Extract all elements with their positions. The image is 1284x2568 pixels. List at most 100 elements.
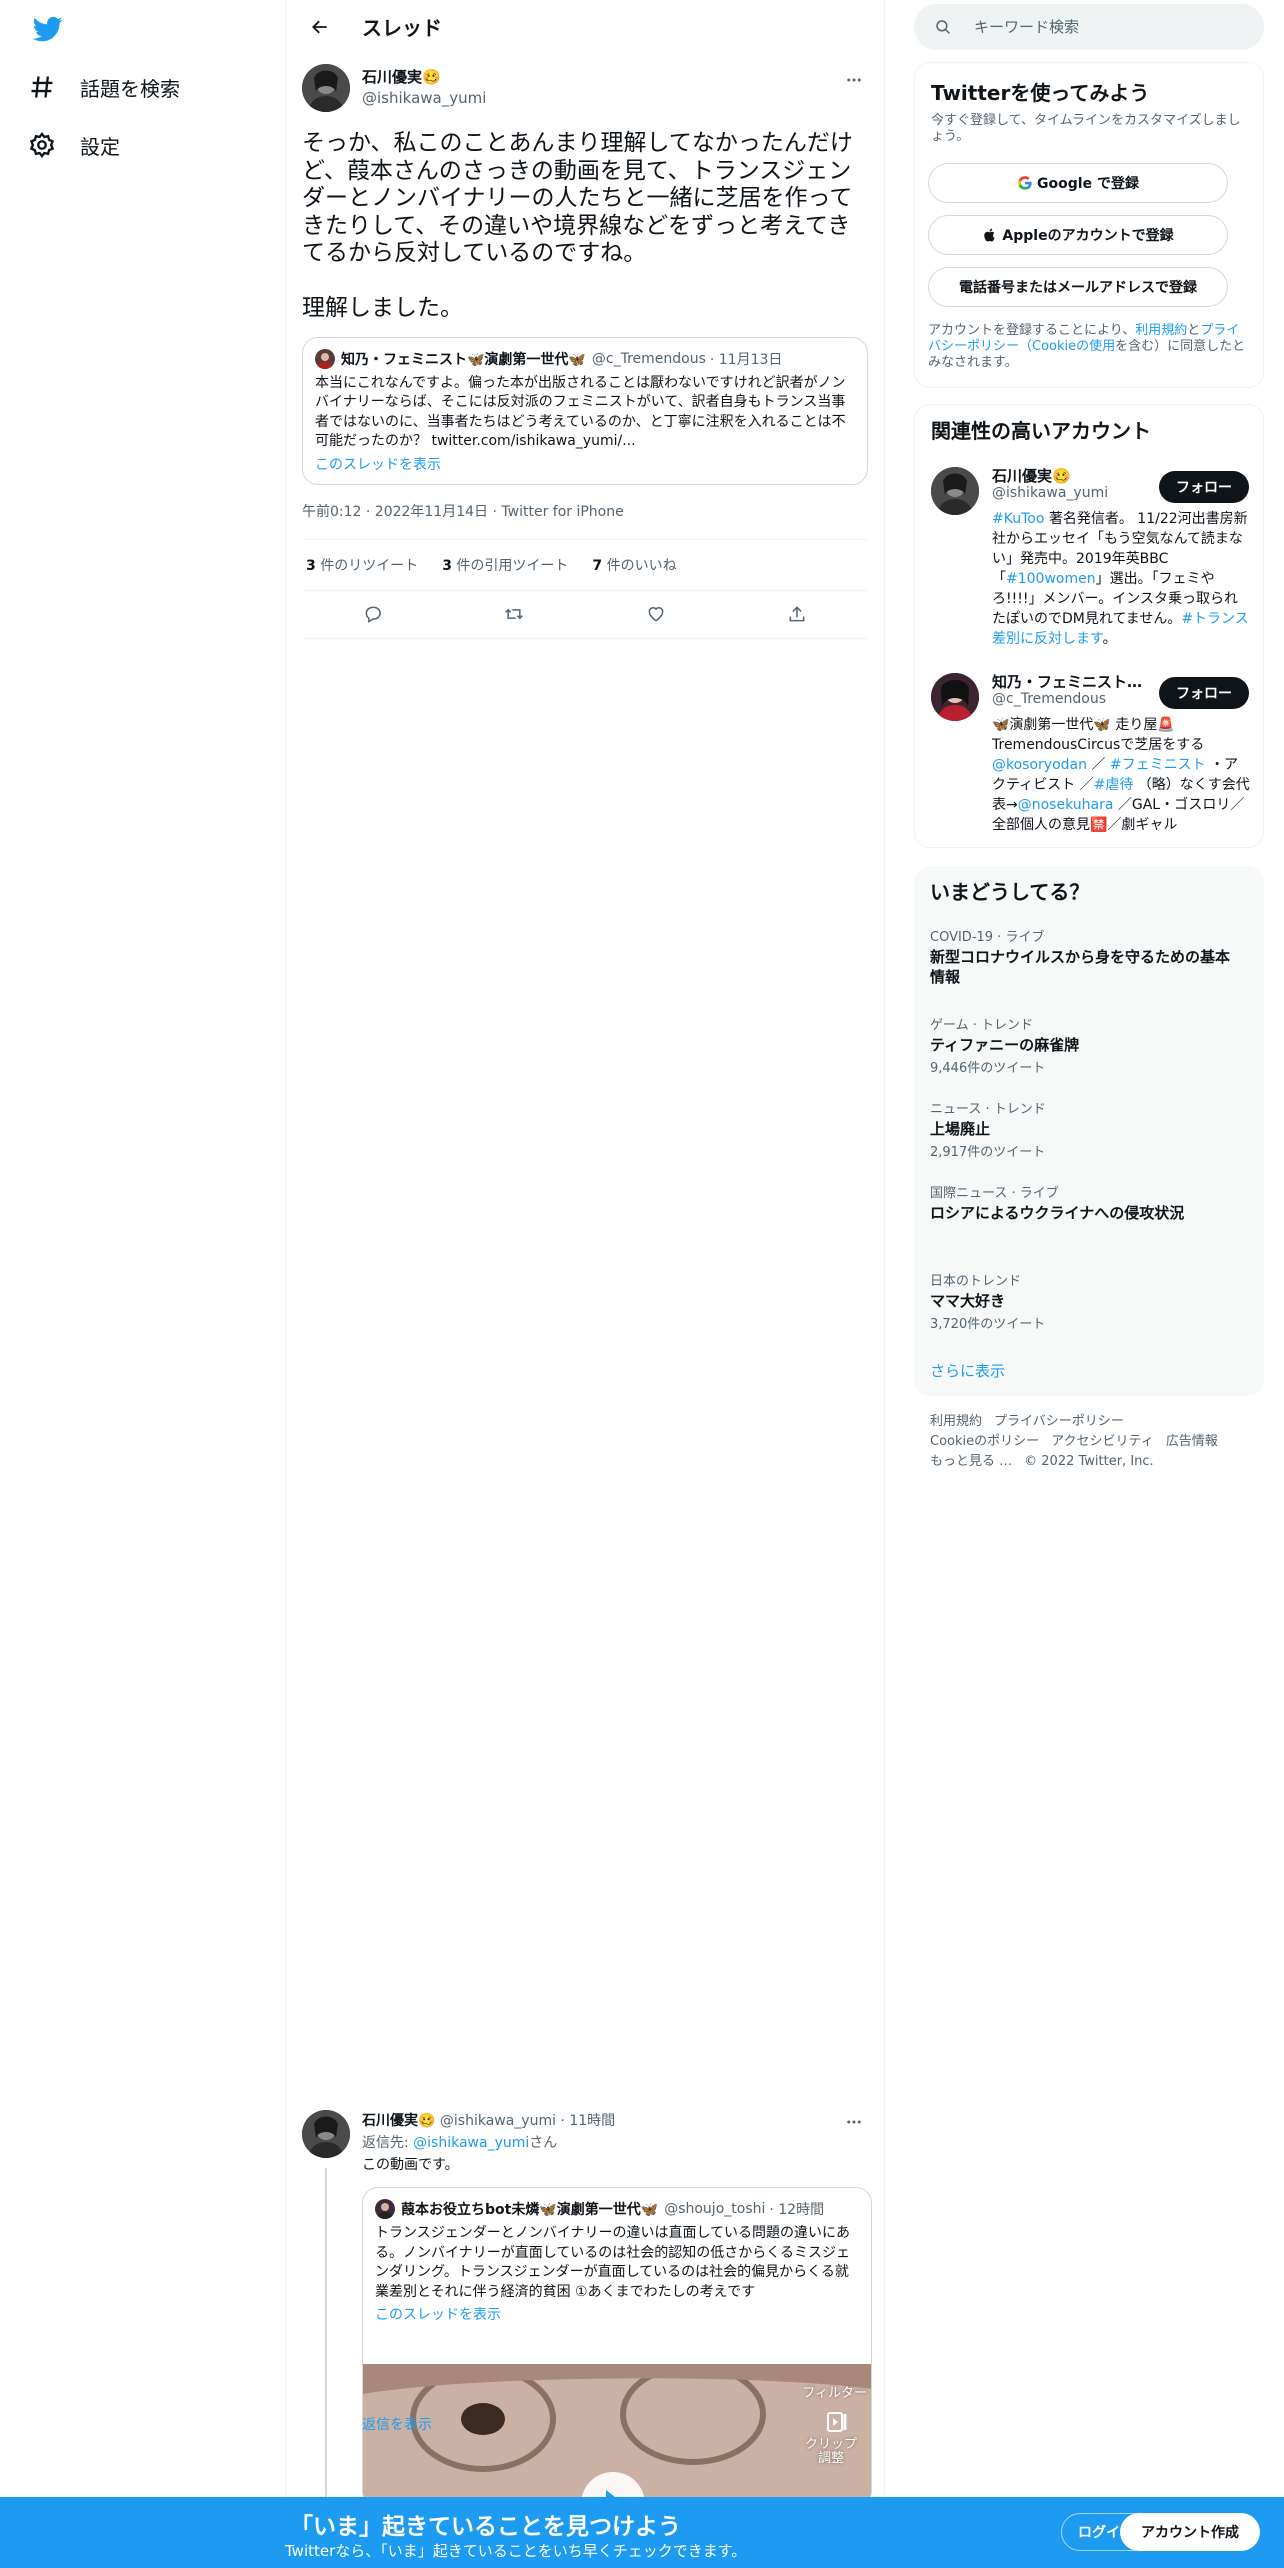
phone-email-signup-button[interactable]: 電話番号またはメールアドレスで登録 <box>928 267 1228 307</box>
hashtag-link[interactable]: #フェミニスト <box>1110 757 1206 773</box>
account-handle[interactable]: @ishikawa_yumi <box>992 485 1108 501</box>
reply-button[interactable] <box>355 596 391 632</box>
more-dots-icon <box>847 78 861 82</box>
follow-button[interactable]: フォロー <box>1159 471 1249 503</box>
hashtag-link[interactable]: #KuToo <box>992 511 1044 527</box>
tweet-timestamp[interactable]: 午前0:12 · 2022年11月14日 · Twitter for iPhon… <box>286 501 884 523</box>
reply-time[interactable]: · 11時間 <box>560 2113 615 2129</box>
reply-author-name[interactable]: 石川優実🥴 <box>362 2113 435 2129</box>
reply-quote-author-handle: @shoujo_toshi <box>664 2201 766 2217</box>
like-button[interactable] <box>638 596 674 632</box>
apple-signup-button[interactable]: Appleのアカウントで登録 <box>928 215 1228 255</box>
hashtag-icon <box>31 76 53 98</box>
follow-button[interactable]: フォロー <box>1159 677 1249 709</box>
more-button[interactable] <box>842 68 866 92</box>
author-name[interactable]: 石川優実🥴 <box>362 66 486 87</box>
copyright: © 2022 Twitter, Inc. <box>1024 1454 1154 1469</box>
trend-title: ロシアによるウクライナへの侵攻状況 <box>930 1204 1185 1222</box>
retweets-label: 件のリツイート <box>320 557 419 574</box>
apple-signup-label: Appleのアカウントで登録 <box>1002 228 1174 244</box>
nav-explore-label: 話題を検索 <box>80 76 180 101</box>
more-button[interactable] <box>842 2110 866 2134</box>
trend-title: ママ大好き <box>930 1292 1006 1310</box>
quote-text: 本当にこれなんですよ。偏った本が出版されることは厭わないですけれど訳者がノンバイ… <box>315 374 846 450</box>
retweet-button[interactable] <box>496 596 532 632</box>
mention-link[interactable]: @kosoryodan <box>992 757 1087 773</box>
reply-quote-text: トランスジェンダーとノンバイナリーの違いは直面している問題の違いにある。ノンバイ… <box>375 2225 851 2300</box>
nav-explore[interactable]: 話題を検索 <box>28 59 180 115</box>
retweets-count: 3 <box>306 557 316 574</box>
retweets-stat[interactable]: 3 件のリツイート <box>306 555 418 575</box>
reply-quote-card[interactable]: 葭本お役立ちbot未燐🦋演劇第一世代🦋 @shoujo_toshi · 12時間… <box>362 2187 872 2507</box>
quote-date: · 11月13日 <box>709 351 783 368</box>
retweet-icon <box>505 608 524 620</box>
trend-title: 上場廃止 <box>930 1120 991 1138</box>
clip-icon[interactable] <box>825 2410 851 2434</box>
share-button[interactable] <box>779 596 815 632</box>
show-thread-link[interactable]: このスレッドを表示 <box>375 2304 501 2324</box>
search-bar[interactable] <box>914 4 1264 50</box>
video-player[interactable]: フィルター クリップ調整 <box>363 2364 871 2506</box>
likes-stat[interactable]: 7 件のいいね <box>592 555 676 575</box>
tweet-text: そっか、私このことあんまり理解してなかったんだけど、葭本さんのさっきの動画を見て… <box>302 130 853 321</box>
quotes-count: 3 <box>442 557 452 574</box>
nav-settings[interactable]: 設定 <box>28 117 120 173</box>
footer-ads-link[interactable]: 広告情報 <box>1166 1434 1218 1449</box>
quote-author-handle: @c_Tremendous <box>591 350 706 367</box>
google-signup-button[interactable]: Google で登録 <box>928 163 1228 203</box>
show-replies-link[interactable]: 返信を表示 <box>362 2414 432 2434</box>
trend-item[interactable]: COVID-19 · ライブ 新型コロナウイルスから身を守るための基本情報 <box>930 926 1230 987</box>
reply-tweet[interactable]: 石川優実🥴 @ishikawa_yumi · 11時間 返信先: @ishika… <box>362 2110 872 2174</box>
terms-link[interactable]: 利用規約 <box>1135 323 1187 338</box>
show-more-link[interactable]: さらに表示 <box>930 1360 1005 1381</box>
trend-item[interactable]: 国際ニュース · ライブ ロシアによるウクライナへの侵攻状況 <box>930 1182 1230 1223</box>
footer-privacy-link[interactable]: プライバシーポリシー <box>994 1414 1124 1429</box>
cookie-link[interactable]: Cookieの使用 <box>1032 339 1115 354</box>
trend-item[interactable]: ニュース · トレンド 上場廃止 2,917件のツイート <box>930 1098 1230 1160</box>
video-clip-label[interactable]: クリップ調整 <box>801 2438 861 2466</box>
footer-accessibility-link[interactable]: アクセシビリティ <box>1051 1434 1154 1449</box>
trend-category: COVID-19 · ライブ <box>930 930 1045 945</box>
trend-count: 3,720件のツイート <box>930 1317 1046 1332</box>
trend-count: 2,917件のツイート <box>930 1145 1046 1160</box>
hashtag-link[interactable]: #100women <box>1006 571 1096 587</box>
twitter-logo-icon[interactable] <box>30 14 66 44</box>
footer-terms-link[interactable]: 利用規約 <box>930 1414 982 1429</box>
trend-item[interactable]: 日本のトレンド ママ大好き 3,720件のツイート <box>930 1270 1230 1332</box>
bio-text: 。 <box>1102 631 1117 647</box>
signup-title: Twitterを使ってみよう <box>931 81 1150 105</box>
video-frame <box>363 2364 871 2506</box>
mention-link[interactable]: @nosekuhara <box>1018 797 1114 813</box>
cookie-prefix: （ <box>1019 339 1033 354</box>
hashtag-link[interactable]: #虐待 <box>1094 777 1134 793</box>
account-name[interactable]: 知乃・フェミニスト… <box>992 671 1142 692</box>
footer-more-link[interactable]: もっと見る … <box>930 1454 1012 1469</box>
reply-icon <box>365 606 381 623</box>
thread-line <box>325 2168 327 2498</box>
left-nav: 話題を検索 設定 <box>0 0 285 2568</box>
reply-to-handle-link[interactable]: @ishikawa_yumi <box>413 2135 529 2151</box>
quotes-stat[interactable]: 3 件の引用ツイート <box>442 555 568 575</box>
avatar[interactable] <box>302 2110 350 2158</box>
reply-author-handle[interactable]: @ishikawa_yumi <box>440 2113 556 2129</box>
show-thread-link[interactable]: このスレッドを表示 <box>315 454 441 474</box>
account-card[interactable]: 石川優実🥴 @ishikawa_yumi フォロー #KuToo 著名発信者。 … <box>915 461 1265 651</box>
terms-prefix: アカウントを登録することにより、 <box>928 323 1136 338</box>
trend-item[interactable]: ゲーム · トレンド ティファニーの麻雀牌 9,446件のツイート <box>930 1014 1230 1076</box>
google-signup-label: Google で登録 <box>1037 176 1139 192</box>
account-name[interactable]: 石川優実🥴 <box>992 465 1071 486</box>
avatar[interactable] <box>931 673 979 721</box>
quote-tweet-card[interactable]: 知乃・フェミニスト🦋演劇第一世代🦋 @c_Tremendous · 11月13日… <box>302 336 868 485</box>
search-input[interactable] <box>974 18 1234 36</box>
back-button[interactable] <box>302 9 338 45</box>
account-handle[interactable]: @c_Tremendous <box>992 691 1106 707</box>
reply-quote-author-name: 葭本お役立ちbot未燐🦋演劇第一世代🦋 <box>401 2202 659 2218</box>
avatar[interactable] <box>302 64 350 112</box>
video-filter-label[interactable]: フィルター <box>802 2382 867 2401</box>
avatar[interactable] <box>931 467 979 515</box>
author-handle[interactable]: @ishikawa_yumi <box>362 89 486 107</box>
signup-button[interactable]: アカウント作成 <box>1120 2513 1260 2551</box>
footer-cookie-link[interactable]: Cookieのポリシー <box>930 1434 1039 1449</box>
bottom-signup-bar: 「いま」起きていることを見つけよう Twitterなら、「いま」起きていることを… <box>0 2497 1284 2568</box>
account-card[interactable]: 知乃・フェミニスト… @c_Tremendous フォロー 🦋演劇第一世代🦋 走… <box>915 667 1265 847</box>
